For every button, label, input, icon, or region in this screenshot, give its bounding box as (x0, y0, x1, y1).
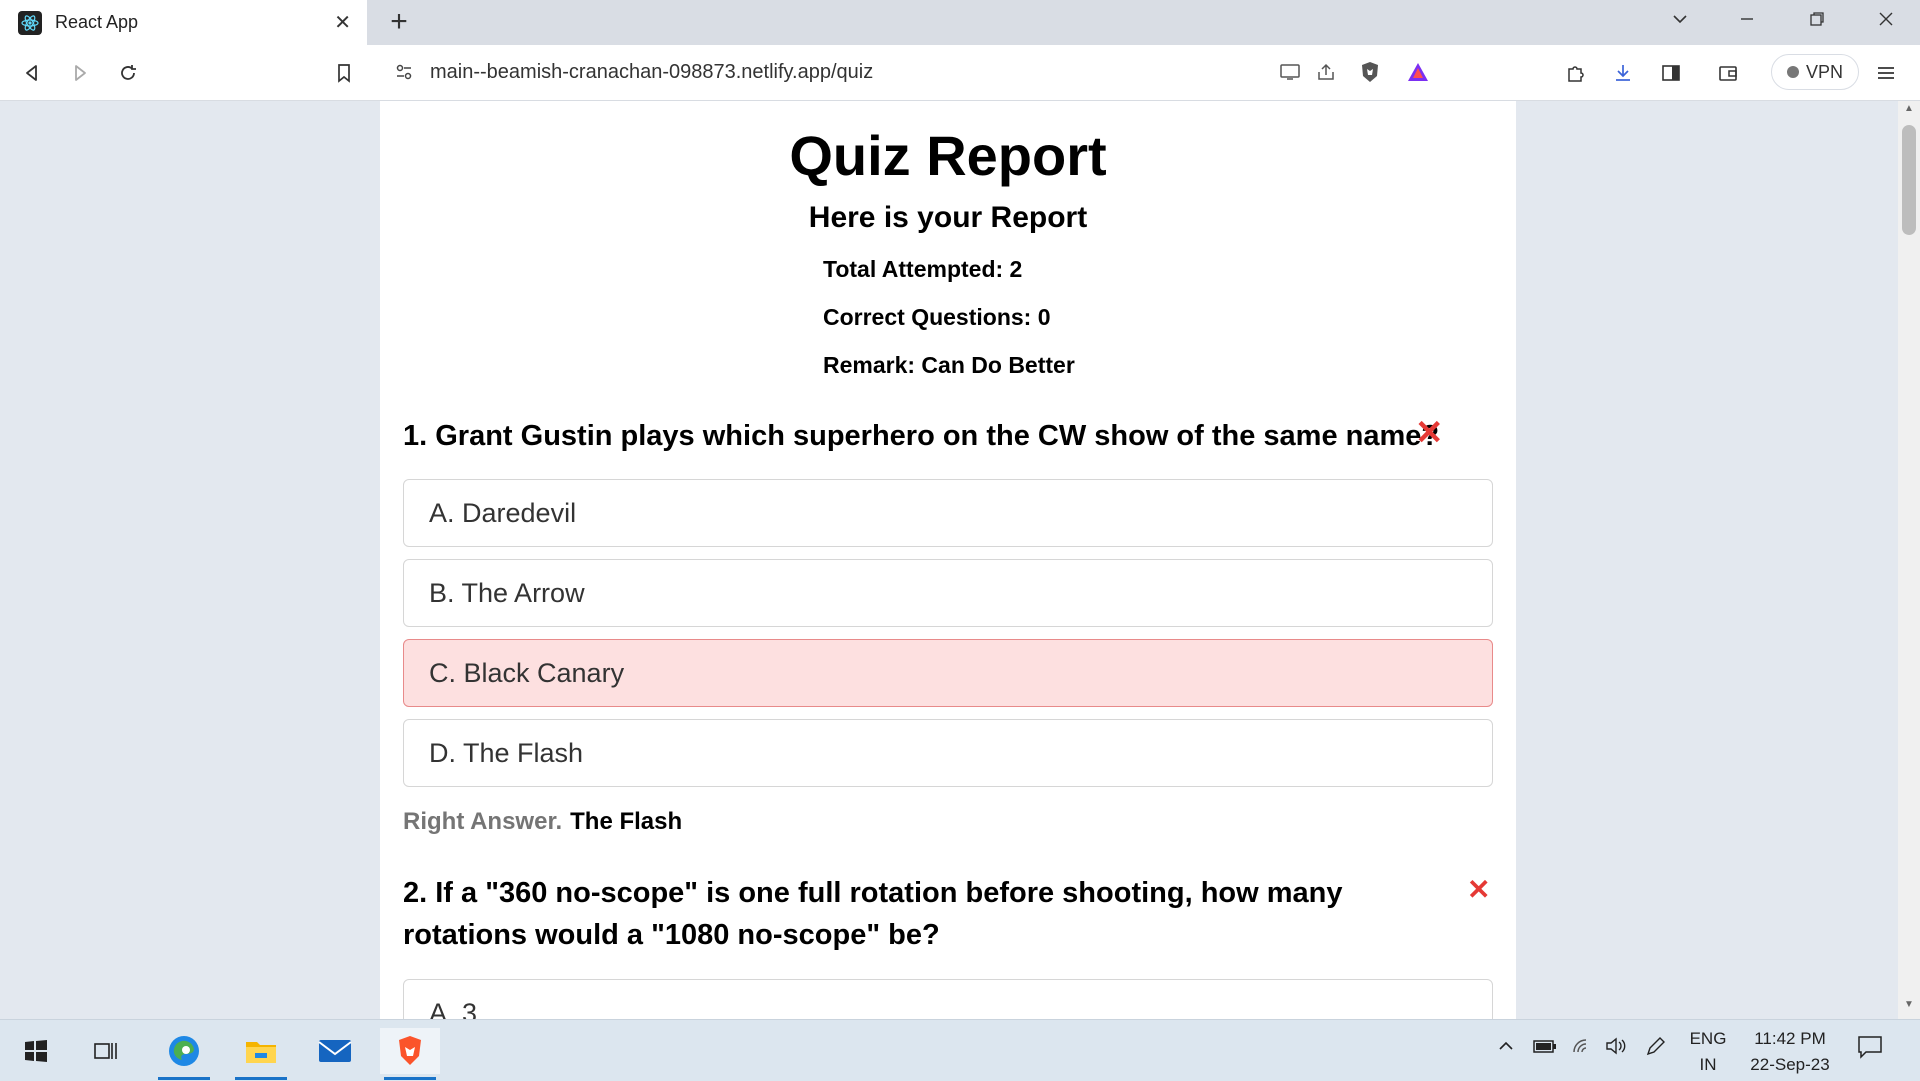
bookmark-icon[interactable] (328, 57, 360, 89)
question-1: 1. Grant Gustin plays which superhero on… (403, 415, 1493, 457)
wallet-icon[interactable] (1712, 57, 1744, 89)
scrollbar-thumb[interactable] (1902, 125, 1916, 235)
question-2: 2. If a "360 no-scope" is one full rotat… (403, 872, 1363, 956)
scroll-up-icon[interactable]: ▲ (1898, 103, 1920, 121)
mail-icon[interactable] (305, 1028, 365, 1074)
option-b[interactable]: B. The Arrow (403, 559, 1493, 627)
battery-icon[interactable] (1532, 1036, 1558, 1061)
right-answer-label: Right Answer. (403, 808, 563, 835)
report-subtitle: Here is your Report (808, 201, 1088, 234)
share-icon[interactable] (1308, 56, 1344, 88)
new-tab-button[interactable]: + (382, 4, 416, 40)
total-attempted: Total Attempted: 2 (823, 256, 1023, 282)
tab-search-chevron-icon[interactable] (1660, 8, 1700, 36)
forward-icon[interactable] (64, 57, 96, 89)
windows-taskbar: ENG IN 11:42 PM 22-Sep-23 (0, 1019, 1920, 1081)
file-explorer-icon[interactable] (231, 1028, 291, 1080)
site-settings-icon[interactable] (392, 60, 416, 84)
task-view-icon[interactable] (76, 1028, 136, 1074)
vpn-status-icon (1786, 66, 1799, 78)
vpn-label: VPN (1805, 61, 1843, 82)
language-region: IN (1699, 1055, 1717, 1074)
back-icon[interactable] (16, 57, 48, 89)
quiz-report-page: Quiz Report Here is your Report Total At… (380, 101, 1516, 1019)
window-close-icon[interactable] (1866, 8, 1906, 36)
tab-strip: React App ✕ + (0, 0, 1920, 45)
start-icon[interactable] (6, 1028, 66, 1074)
right-answer-value: The Flash (570, 808, 683, 835)
sidebar-icon[interactable] (1655, 57, 1687, 89)
input-language[interactable]: ENG IN (1686, 1026, 1730, 1078)
downloads-icon[interactable] (1607, 57, 1639, 89)
taskbar-clock[interactable]: 11:42 PM 22-Sep-23 (1740, 1026, 1840, 1078)
option-a[interactable]: A. Daredevil (403, 479, 1493, 547)
question-text: 2. If a "360 no-scope" is one full rotat… (403, 877, 1343, 951)
brave-icon[interactable] (380, 1028, 440, 1080)
page-scrollbar[interactable]: ▲ ▼ (1898, 101, 1920, 1019)
clock-time: 11:42 PM (1754, 1029, 1826, 1048)
option-a[interactable]: A. 3 (403, 979, 1493, 1019)
scroll-down-icon[interactable]: ▼ (1898, 999, 1920, 1017)
brave-shields-icon[interactable] (1352, 56, 1388, 88)
cast-icon[interactable] (1272, 56, 1308, 88)
browser-toolbar: main--beamish-cranachan-098873.netlify.a… (0, 45, 1920, 101)
tab-close-icon[interactable]: ✕ (334, 10, 351, 35)
address-bar[interactable]: main--beamish-cranachan-098873.netlify.a… (380, 51, 1442, 93)
notifications-icon[interactable] (1856, 1034, 1884, 1065)
vpn-button[interactable]: VPN (1771, 54, 1859, 90)
pen-icon[interactable] (1644, 1036, 1668, 1063)
clock-date: 22-Sep-23 (1750, 1055, 1830, 1074)
page-title: Quiz Report (789, 124, 1107, 187)
option-c-selected-wrong[interactable]: C. Black Canary (403, 639, 1493, 707)
menu-icon[interactable] (1870, 57, 1902, 89)
url-text[interactable]: main--beamish-cranachan-098873.netlify.a… (430, 61, 1272, 84)
option-d[interactable]: D. The Flash (403, 719, 1493, 787)
edge-icon[interactable] (154, 1028, 214, 1080)
brave-rewards-icon[interactable] (1400, 56, 1436, 88)
right-answer: Right Answer. The Flash (403, 808, 682, 836)
page-viewport: Quiz Report Here is your Report Total At… (0, 101, 1920, 1019)
wifi-icon[interactable] (1570, 1036, 1594, 1061)
language-code: ENG (1689, 1029, 1727, 1048)
incorrect-mark-icon: ✕ (1467, 874, 1491, 905)
remark: Remark: Can Do Better (823, 352, 1075, 378)
minimize-icon[interactable] (1727, 8, 1767, 36)
tab-title: React App (55, 12, 139, 32)
incorrect-mark-icon: ✕ (1415, 414, 1444, 452)
volume-icon[interactable] (1604, 1036, 1628, 1061)
show-hidden-icons-icon[interactable] (1496, 1036, 1516, 1061)
browser-tab[interactable]: React App ✕ (0, 0, 367, 45)
extensions-icon[interactable] (1559, 57, 1591, 89)
restore-icon[interactable] (1797, 8, 1837, 36)
question-text: 1. Grant Gustin plays which superhero on… (403, 420, 1440, 452)
correct-questions: Correct Questions: 0 (823, 304, 1051, 330)
react-logo-icon (18, 10, 42, 35)
reload-icon[interactable] (112, 57, 144, 89)
